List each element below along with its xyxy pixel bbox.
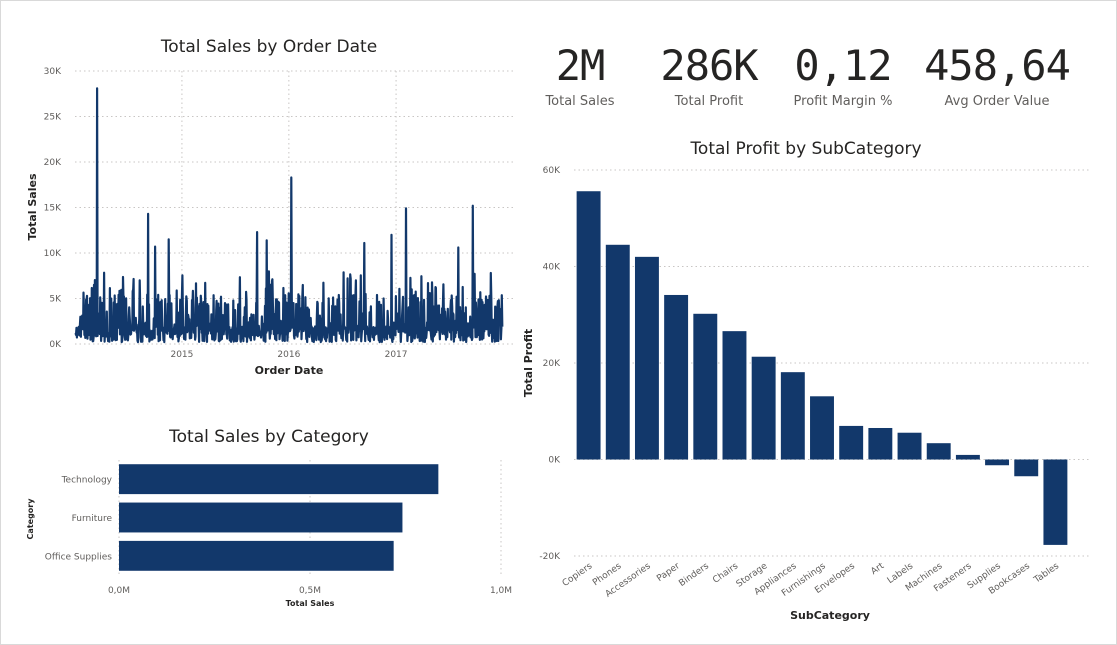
bar-labels[interactable] (897, 432, 922, 460)
y-tick-label: 20K (44, 158, 62, 168)
x-axis-label: Total Sales (286, 599, 335, 608)
profit-by-subcategory-chart[interactable]: Total Profit by SubCategory -20K 0K 20K 40K… (510, 130, 1110, 640)
bar-binders[interactable] (693, 313, 718, 460)
bar-appliances[interactable] (780, 372, 805, 460)
y-tick-label: 15K (44, 204, 62, 214)
bar-technology[interactable] (119, 464, 439, 495)
x-tick-label: 2017 (385, 350, 408, 360)
kpi-value: 2M (555, 41, 606, 90)
x-axis-label: Order Date (255, 364, 324, 377)
x-tick-label: 1,0M (490, 586, 512, 596)
kpi-value: 286K (660, 41, 758, 90)
kpi-total-sales[interactable]: 2M Total Sales (505, 40, 655, 109)
bar-envelopes[interactable] (839, 425, 864, 460)
bar-chairs[interactable] (722, 331, 747, 460)
y-tick-label: 0K (49, 340, 62, 350)
bar-tables[interactable] (1043, 459, 1068, 545)
bar-supplies[interactable] (985, 459, 1010, 466)
x-tick-label: Art (869, 561, 886, 577)
y-tick-label: 0K (548, 456, 561, 466)
bar-office-supplies[interactable] (119, 540, 394, 571)
bar-machines[interactable] (926, 443, 951, 460)
bar-furniture[interactable] (119, 502, 403, 533)
y-axis-label: Total Profit (522, 329, 535, 397)
kpi-value: 458,64 (924, 41, 1071, 90)
y-axis-label: Category (26, 498, 35, 540)
y-tick-label: 40K (543, 263, 561, 273)
bar-art[interactable] (868, 427, 893, 460)
y-tick-label: 20K (543, 359, 561, 369)
bar-phones[interactable] (605, 244, 630, 460)
bar-bookcases[interactable] (1014, 459, 1039, 477)
x-tick-label: 0,0M (108, 586, 130, 596)
y-axis-label: Total Sales (26, 173, 39, 240)
x-tick-label: Binders (677, 561, 711, 589)
category-label: Technology (61, 476, 113, 486)
kpi-label: Total Sales (545, 94, 615, 109)
chart-title: Total Sales by Order Date (160, 37, 377, 57)
kpi-label: Total Profit (674, 94, 744, 109)
kpi-profit-margin[interactable]: 0,12 Profit Margin % (768, 40, 918, 109)
bar-furnishings[interactable] (810, 396, 834, 460)
bar-paper[interactable] (664, 294, 689, 460)
y-tick-label: 30K (44, 67, 62, 77)
kpi-label: Avg Order Value (944, 94, 1050, 109)
kpi-total-profit[interactable]: 286K Total Profit (634, 40, 784, 109)
x-tick-label: 0,5M (299, 586, 321, 596)
kpi-label: Profit Margin % (793, 94, 893, 109)
bar-fasteners[interactable] (955, 454, 980, 460)
bar-accessories[interactable] (634, 256, 659, 460)
y-tick-label: 25K (44, 113, 62, 123)
y-tick-label: 10K (44, 249, 62, 259)
category-label: Office Supplies (45, 552, 113, 562)
sales-by-category-chart[interactable]: Total Sales by Category Technology Furnit… (0, 415, 520, 615)
x-tick-label: Tables (1032, 561, 1062, 586)
category-label: Furniture (72, 514, 113, 524)
sales-by-date-chart[interactable]: Total Sales by Order Date 0K 5K 10K 15K 20K 2… (0, 0, 520, 390)
bar-storage[interactable] (751, 356, 776, 460)
kpi-avg-order-value[interactable]: 458,64 Avg Order Value (922, 40, 1072, 109)
x-axis-label: SubCategory (790, 609, 870, 622)
chart-title: Total Sales by Category (168, 427, 369, 447)
x-tick-label: 2015 (170, 350, 193, 360)
chart-title: Total Profit by SubCategory (689, 139, 921, 159)
y-tick-label: -20K (539, 552, 561, 562)
bar-copiers[interactable] (576, 191, 601, 460)
x-tick-label: Copiers (561, 561, 595, 589)
kpi-value: 0,12 (794, 41, 892, 90)
y-tick-label: 5K (49, 295, 62, 305)
y-tick-label: 60K (543, 166, 561, 176)
x-tick-label: 2016 (277, 350, 300, 360)
